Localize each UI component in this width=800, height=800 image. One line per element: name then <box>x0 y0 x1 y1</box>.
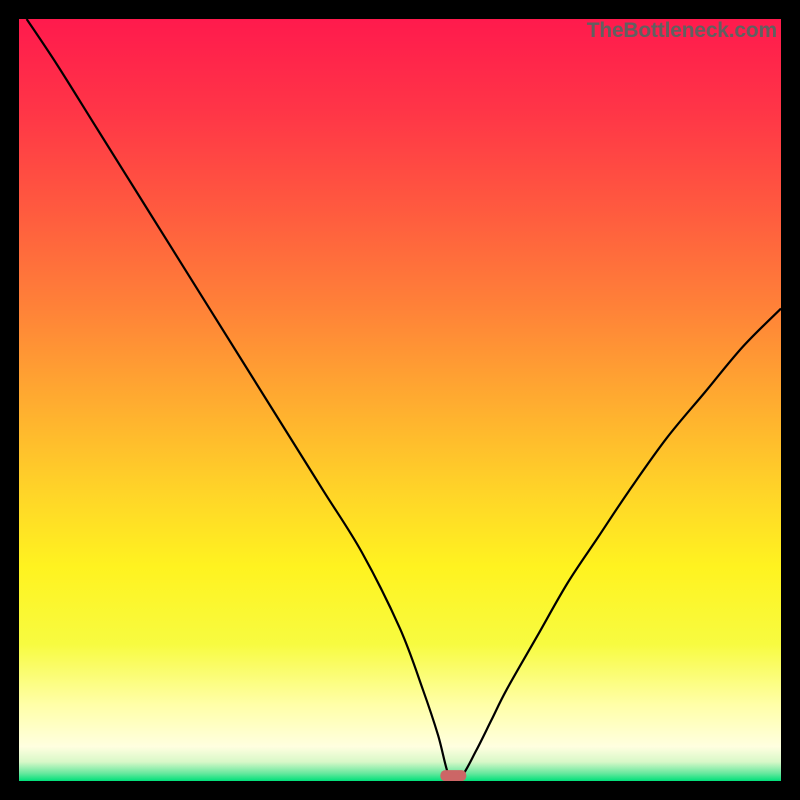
watermark-text: TheBottleneck.com <box>587 19 777 43</box>
gradient-background <box>19 19 781 781</box>
minimum-marker <box>440 770 466 781</box>
bottleneck-chart <box>19 19 781 781</box>
chart-frame: TheBottleneck.com <box>19 19 781 781</box>
